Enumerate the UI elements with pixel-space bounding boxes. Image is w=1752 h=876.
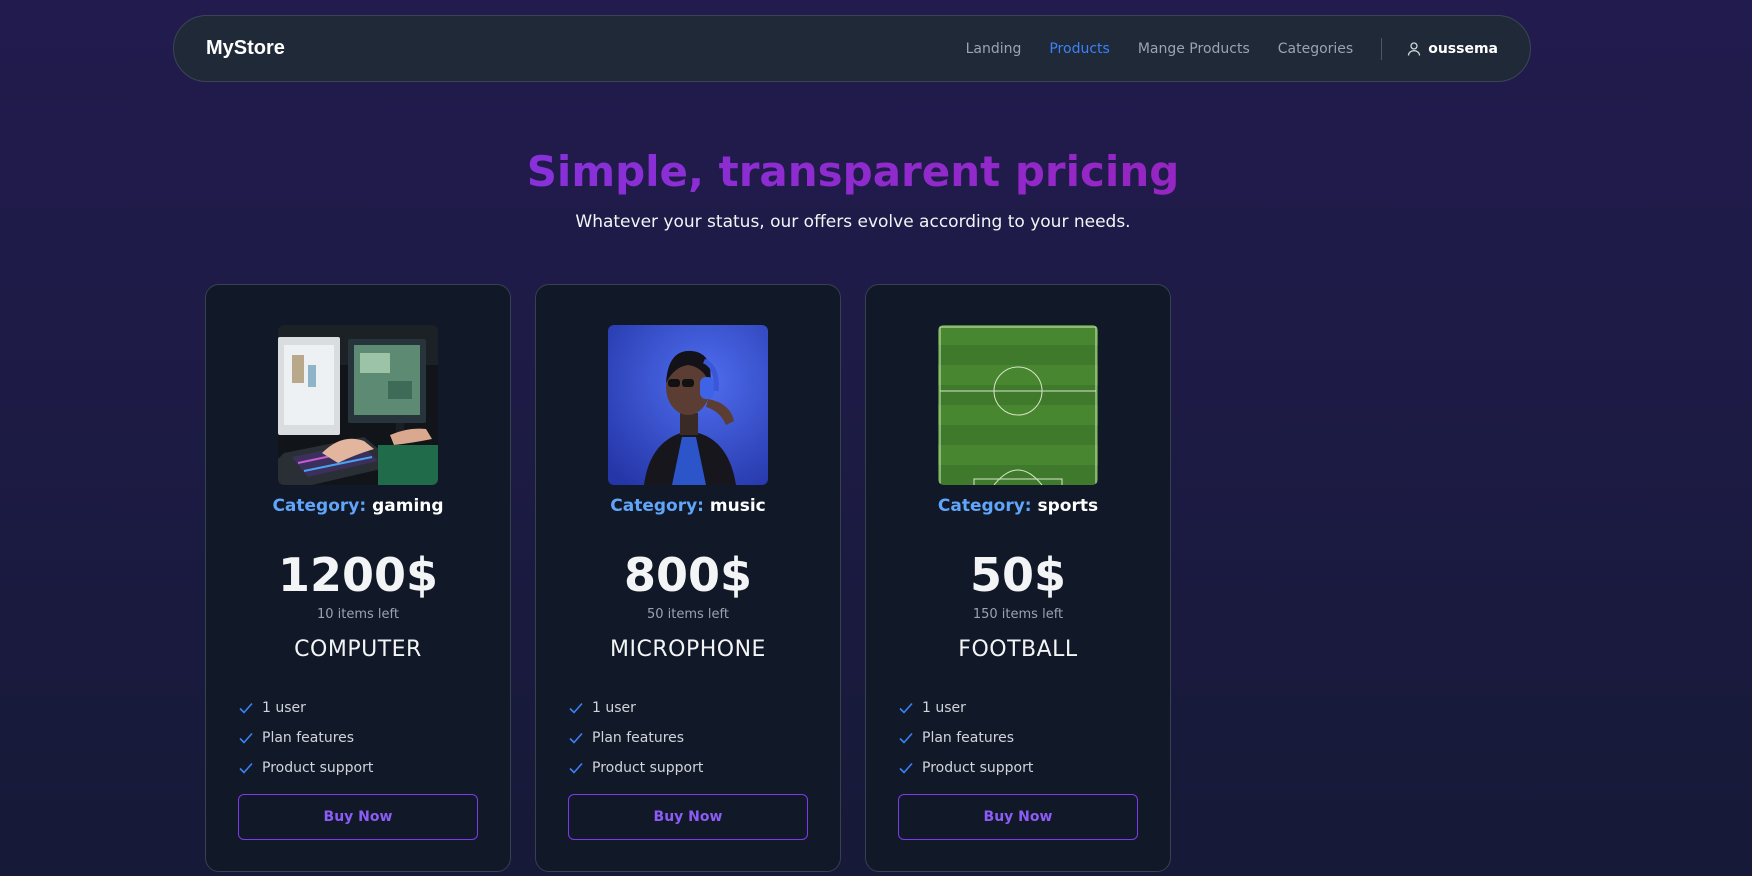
- product-name: FOOTBALL: [958, 637, 1078, 662]
- check-icon: [569, 762, 583, 774]
- product-stock: 150 items left: [972, 607, 1064, 622]
- feature-label: 1 user: [922, 700, 966, 716]
- feature-label: Plan features: [922, 730, 1015, 746]
- check-icon: [899, 732, 913, 744]
- feature-item: Product support: [898, 753, 1033, 783]
- nav-divider: [1381, 37, 1383, 60]
- category-value: music: [709, 496, 766, 516]
- feature-item: Plan features: [568, 723, 703, 753]
- product-category: Category: gaming: [206, 496, 510, 516]
- feature-item: 1 user: [238, 693, 373, 723]
- check-icon: [239, 732, 253, 744]
- feature-list: 1 user Plan features Product support: [898, 693, 1033, 783]
- category-label: Category:: [937, 496, 1032, 516]
- product-category: Category: sports: [866, 496, 1170, 516]
- check-icon: [899, 702, 913, 714]
- product-card-football: Category: sports 50$ 150 items left FOOT…: [865, 284, 1171, 872]
- user-menu[interactable]: oussema: [1406, 41, 1498, 57]
- product-price: 50$: [969, 548, 1067, 602]
- nav-link-categories[interactable]: Categories: [1278, 41, 1353, 57]
- buy-now-button[interactable]: Buy Now: [238, 794, 478, 840]
- product-image-music: [608, 325, 768, 485]
- buy-now-button[interactable]: Buy Now: [568, 794, 808, 840]
- feature-item: 1 user: [898, 693, 1033, 723]
- product-name: COMPUTER: [294, 637, 422, 662]
- feature-label: Product support: [592, 760, 704, 776]
- product-image-gaming: [278, 325, 438, 485]
- product-price: 800$: [623, 548, 753, 602]
- product-stock: 50 items left: [646, 607, 729, 622]
- navbar: MyStore Landing Products Mange Products …: [173, 15, 1531, 82]
- category-value: gaming: [372, 496, 444, 516]
- category-value: sports: [1037, 496, 1099, 516]
- product-card-computer: Category: gaming 1200$ 10 items left COM…: [205, 284, 511, 872]
- hero: Simple, transparent pricing Whatever you…: [0, 140, 1706, 232]
- feature-label: Plan features: [262, 730, 355, 746]
- check-icon: [569, 732, 583, 744]
- nav-links: Landing Products Mange Products Categori…: [938, 37, 1498, 60]
- check-icon: [239, 762, 253, 774]
- product-stock: 10 items left: [316, 607, 399, 622]
- check-icon: [899, 762, 913, 774]
- user-name: oussema: [1428, 40, 1498, 57]
- product-name: MICROPHONE: [610, 637, 766, 662]
- feature-label: Product support: [262, 760, 374, 776]
- nav-link-products[interactable]: Products: [1049, 41, 1109, 57]
- feature-label: 1 user: [592, 700, 636, 716]
- check-icon: [239, 702, 253, 714]
- product-card-microphone: Category: music 800$ 50 items left MICRO…: [535, 284, 841, 872]
- nav-link-manage-products[interactable]: Mange Products: [1138, 41, 1250, 57]
- page-title: Simple, transparent pricing: [0, 140, 1706, 204]
- product-image-sports: [938, 325, 1098, 485]
- feature-list: 1 user Plan features Product support: [238, 693, 373, 783]
- product-price: 1200$: [277, 548, 439, 602]
- product-category: Category: music: [536, 496, 840, 516]
- feature-label: Plan features: [592, 730, 685, 746]
- category-label: Category:: [272, 496, 367, 516]
- category-label: Category:: [610, 496, 704, 516]
- feature-item: 1 user: [568, 693, 703, 723]
- feature-label: Product support: [922, 760, 1034, 776]
- page-subtitle: Whatever your status, our offers evolve …: [575, 212, 1131, 232]
- feature-item: Plan features: [898, 723, 1033, 753]
- feature-item: Plan features: [238, 723, 373, 753]
- check-icon: [569, 702, 583, 714]
- buy-now-button[interactable]: Buy Now: [898, 794, 1138, 840]
- feature-list: 1 user Plan features Product support: [568, 693, 703, 783]
- user-icon: [1408, 41, 1421, 56]
- feature-item: Product support: [568, 753, 703, 783]
- brand-logo[interactable]: MyStore: [206, 37, 285, 60]
- feature-item: Product support: [238, 753, 373, 783]
- nav-link-landing[interactable]: Landing: [966, 41, 1022, 57]
- feature-label: 1 user: [262, 700, 306, 716]
